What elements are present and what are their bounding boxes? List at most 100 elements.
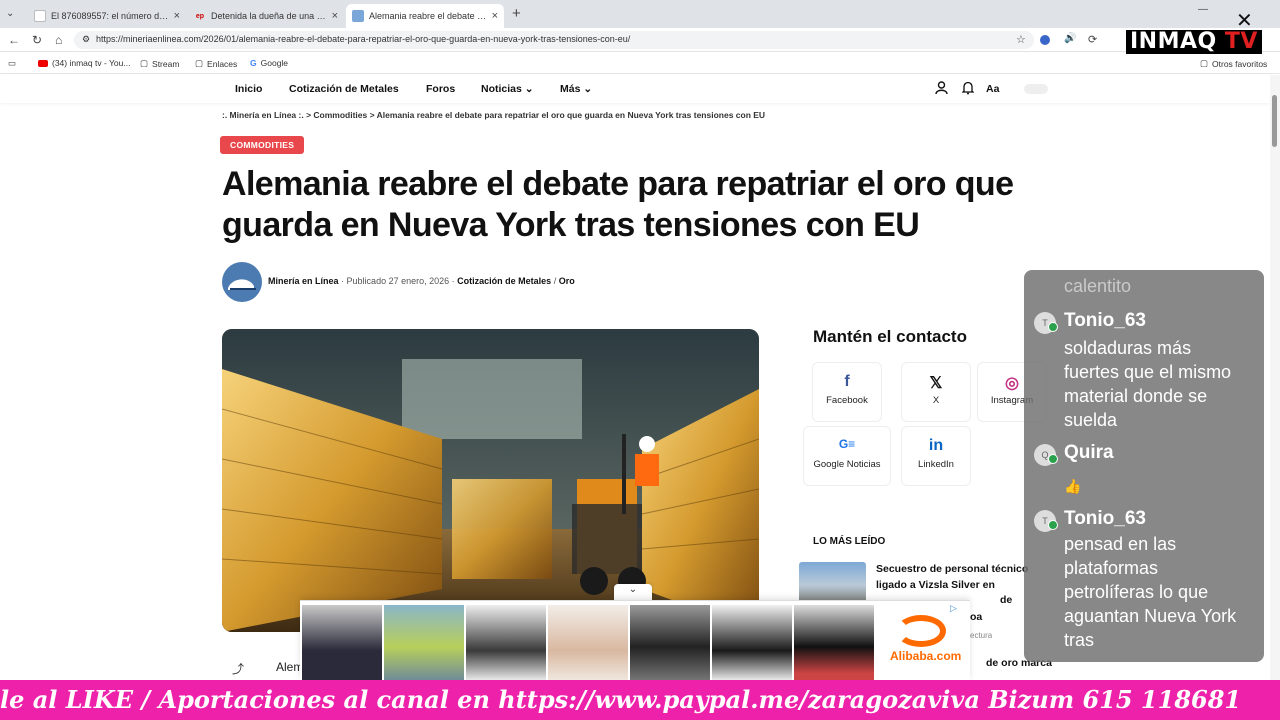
ad-banner[interactable]: Alibaba.com ▷ xyxy=(300,600,970,681)
article-title: Alemania reabre el debate para repatriar… xyxy=(222,165,1014,244)
tag-cotizacion[interactable]: Cotización de Metales xyxy=(457,276,551,286)
back-icon[interactable]: ← xyxy=(8,33,20,47)
nav-noticias[interactable]: Noticias ⌄ xyxy=(481,83,534,95)
chevron-down-icon: ⌄ xyxy=(583,83,593,95)
speaker-icon[interactable]: 🔊 xyxy=(1064,33,1076,44)
share-icon[interactable]: ⤴ xyxy=(232,660,244,677)
chat-message-line: suelda xyxy=(1064,410,1118,430)
chat-partial-message: calentito xyxy=(1064,276,1132,296)
extension-icon[interactable] xyxy=(1040,35,1050,45)
tab-1[interactable]: El 876089557: el número desde el × xyxy=(28,4,186,28)
chat-message-line: petrolíferas lo que xyxy=(1064,582,1209,602)
category-badge[interactable]: COMMODITIES xyxy=(220,136,305,154)
ad-product-image[interactable] xyxy=(630,605,710,681)
publish-date: Publicado 27 enero, 2026 xyxy=(346,276,450,286)
chat-username: Tonio_63 xyxy=(1064,310,1146,331)
theme-toggle[interactable] xyxy=(1024,84,1048,94)
chat-message-line: soldaduras más xyxy=(1064,338,1192,358)
social-google-news[interactable]: G≡ Google Noticias xyxy=(803,426,891,486)
logo-main: INMAQ xyxy=(1130,29,1217,54)
extensions-icon[interactable]: ⟳ xyxy=(1088,33,1097,46)
social-label: X xyxy=(932,395,940,406)
close-tab-icon[interactable]: × xyxy=(492,10,498,22)
font-size-toggle[interactable]: Aa xyxy=(986,83,999,95)
bookmark-youtube[interactable]: (34) inmaq tv - You... xyxy=(38,58,130,68)
google-news-icon: G≡ xyxy=(838,437,856,451)
nav-foros[interactable]: Foros xyxy=(426,83,455,95)
bookmarks-menu-icon[interactable]: ▭ xyxy=(8,58,16,69)
most-read-title-line3: oa xyxy=(970,611,983,623)
facebook-icon: f xyxy=(844,373,850,390)
other-bookmarks-label: Otros favoritos xyxy=(1212,58,1268,69)
social-facebook[interactable]: f Facebook xyxy=(812,362,882,422)
page-scrollbar[interactable] xyxy=(1270,75,1280,680)
close-tab-icon[interactable]: × xyxy=(332,10,338,22)
chat-message-line: pensad en las xyxy=(1064,534,1177,554)
social-x[interactable]: 𝕏 X xyxy=(901,362,971,422)
bookmark-enlaces[interactable]: ▢ Enlaces xyxy=(195,58,237,69)
chat-message-line: material donde se xyxy=(1064,386,1208,406)
minimize-icon[interactable]: — xyxy=(1198,4,1208,15)
bookmark-label: (34) inmaq tv - You... xyxy=(52,58,131,68)
scrollbar-thumb[interactable] xyxy=(1272,95,1277,147)
contact-heading: Mantén el contacto xyxy=(813,327,967,346)
nav-inicio[interactable]: Inicio xyxy=(235,83,262,95)
tab-2[interactable]: ep Detenida la dueña de una guarder × xyxy=(188,4,344,28)
ad-product-image[interactable] xyxy=(794,605,874,681)
tag-oro[interactable]: Oro xyxy=(559,276,575,286)
url-input[interactable]: ⚙ https://mineriaenlinea.com/2026/01/ale… xyxy=(74,31,1034,49)
tab-title: Detenida la dueña de una guarder xyxy=(211,11,328,21)
social-label: Facebook xyxy=(826,395,868,406)
doc-icon xyxy=(34,10,46,22)
user-icon[interactable] xyxy=(935,81,948,98)
alibaba-logo-mark xyxy=(896,615,946,647)
close-tab-icon[interactable]: × xyxy=(174,10,180,22)
close-icon[interactable]: ✕ xyxy=(1236,8,1253,33)
other-bookmarks[interactable]: ▢ Otros favoritos xyxy=(1200,58,1267,69)
tab-list-button[interactable]: ⌄ xyxy=(6,8,14,19)
alibaba-logo[interactable]: Alibaba.com xyxy=(890,649,961,663)
breadcrumb[interactable]: :. Minería en Línea :. > Commodities > A… xyxy=(222,110,765,120)
site-info-icon[interactable]: ⚙ xyxy=(82,34,90,45)
chat-username: Quira xyxy=(1064,442,1114,463)
ad-product-image[interactable] xyxy=(302,605,382,681)
bell-icon[interactable] xyxy=(961,81,975,98)
new-tab-button[interactable]: + xyxy=(512,5,521,22)
ad-choices-icon[interactable]: ▷ xyxy=(950,603,957,614)
chat-message-line: plataformas xyxy=(1064,558,1159,578)
tab-3-active[interactable]: Alemania reabre el debate para re × xyxy=(346,4,504,28)
most-read-meta: ectura xyxy=(970,631,993,640)
chat-message-line: tras xyxy=(1064,630,1095,650)
ad-product-image[interactable] xyxy=(712,605,792,681)
ad-product-image[interactable] xyxy=(466,605,546,681)
site-nav: Inicio Cotización de Metales Foros Notic… xyxy=(0,75,1270,103)
folder-icon: ▢ xyxy=(140,58,149,68)
tab-title: El 876089557: el número desde el xyxy=(51,11,170,21)
nav-mas[interactable]: Más ⌄ xyxy=(560,83,592,95)
moderator-badge-icon xyxy=(1048,454,1058,464)
ad-collapse-button[interactable]: ⌄ xyxy=(614,584,652,600)
ad-product-image[interactable] xyxy=(548,605,628,681)
hero-image xyxy=(222,329,759,632)
home-icon[interactable]: ⌂ xyxy=(55,33,62,47)
bookmark-google[interactable]: G Google xyxy=(250,58,288,68)
google-icon: G xyxy=(250,58,257,68)
star-icon[interactable]: ☆ xyxy=(1016,33,1026,46)
stream-ticker: le al LIKE / Aportaciones al canal en ht… xyxy=(0,680,1280,720)
url-text: https://mineriaenlinea.com/2026/01/alema… xyxy=(96,34,631,44)
author-name[interactable]: Minería en Línea xyxy=(268,276,339,286)
bookmarks-bar: ▭ (34) inmaq tv - You... ▢ Stream ▢ Enla… xyxy=(0,52,1280,74)
author-avatar[interactable] xyxy=(222,262,262,302)
reload-icon[interactable]: ↻ xyxy=(32,33,42,47)
chat-message-line: 👍 xyxy=(1064,478,1082,494)
tab-title: Alemania reabre el debate para re xyxy=(369,11,488,21)
most-read-title-line2: de xyxy=(1000,594,1013,606)
ep-icon: ep xyxy=(195,12,205,20)
social-linkedin[interactable]: in LinkedIn xyxy=(901,426,971,486)
bookmark-stream[interactable]: ▢ Stream xyxy=(140,58,179,69)
folder-icon: ▢ xyxy=(195,58,204,68)
ad-product-image[interactable] xyxy=(384,605,464,681)
nav-cotizacion[interactable]: Cotización de Metales xyxy=(289,83,399,95)
most-read-title[interactable]: Secuestro de personal técnico ligado a V… xyxy=(876,561,1046,593)
nav-noticias-label: Noticias xyxy=(481,83,522,95)
